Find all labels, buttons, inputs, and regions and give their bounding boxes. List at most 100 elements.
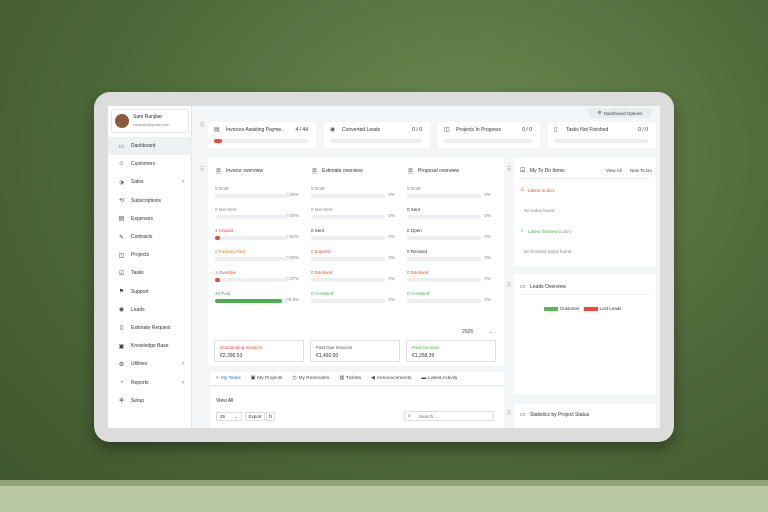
pie-chart-icon: ◔ xyxy=(119,379,124,386)
legend-label-lost: Lost Leads xyxy=(599,306,622,311)
file-icon: 🗎 xyxy=(312,169,317,175)
todo-view-all-link[interactable]: View All xyxy=(606,168,622,173)
stat-card[interactable]: ◫ Projects In Progress 0 / 0 xyxy=(438,122,540,148)
ticket-icon: ▥ xyxy=(339,376,344,381)
receipt-icon: ▤ xyxy=(118,216,125,223)
overview-row-label: 0 Open xyxy=(407,228,422,233)
sidebar-item-utilities[interactable]: ⚙ Utilities ‹ xyxy=(108,355,192,373)
sidebar-item-label: Projects xyxy=(131,252,150,259)
receipt-icon: ▤ xyxy=(214,127,220,133)
sidebar-item-expenses[interactable]: ▤ Expenses xyxy=(108,210,192,228)
sidebar-item-knowledge-base[interactable]: ▣ Knowledge Base xyxy=(108,337,192,355)
stat-value: 0 / 0 xyxy=(522,127,532,133)
overview-row-label: 0 Accepted xyxy=(407,291,430,296)
overview-progress-bar xyxy=(311,278,385,282)
overview-panel xyxy=(208,158,504,366)
stat-value: 4 / 44 xyxy=(295,127,308,133)
file-icon: 🗎 xyxy=(408,169,413,175)
sidebar-item-leads[interactable]: ◉ Leads xyxy=(108,301,192,319)
sidebar-item-reports[interactable]: ◔ Reports ‹ xyxy=(108,373,192,391)
summary-value: €1,492.00 xyxy=(316,353,339,359)
support-icon: ⚑ xyxy=(118,289,125,296)
sidebar-item-contracts[interactable]: ✎ Contracts xyxy=(108,228,192,246)
overview-progress-bar xyxy=(407,194,481,198)
sidebar-item-customers[interactable]: ☺ Customers xyxy=(108,155,192,173)
sidebar-item-projects[interactable]: ◫ Projects xyxy=(108,246,192,264)
profile-card[interactable]: Sam Ranjbar ranjsam@gmail.com xyxy=(111,109,189,133)
avatar xyxy=(115,114,129,128)
tab-latest-activity[interactable]: ▬ Latest Activity xyxy=(421,376,457,381)
overview-progress-bar xyxy=(407,236,481,240)
overview-row-label: 0 Draft xyxy=(311,186,325,191)
no-finished-text: No finished todos found xyxy=(524,249,572,254)
invoice-summary-card[interactable]: Paid Invoices €1,258.39 xyxy=(406,340,496,362)
overview-row-percent: 0% xyxy=(484,255,491,260)
refresh-button[interactable]: ↻ xyxy=(266,412,275,421)
overview-row-percent: 0% xyxy=(388,192,395,197)
stat-progress-bar xyxy=(214,139,308,143)
dashboard-options-button[interactable]: ⚙ Dashboard Options xyxy=(589,108,651,118)
leads-legend: Customer Lost Leads xyxy=(544,306,622,311)
sidebar-item-dashboard[interactable]: ▭ Dashboard xyxy=(108,137,192,156)
tab-label: My Reminders xyxy=(298,376,330,381)
tab-tickets[interactable]: ▥ Tickets xyxy=(339,376,361,381)
stat-card[interactable]: ◉ Converted Leads 0 / 0 xyxy=(324,122,430,148)
legend-swatch-lost xyxy=(583,306,598,311)
tab-my-projects[interactable]: ▣ My Projects xyxy=(251,376,283,381)
stat-card[interactable]: ▯ Tasks Not Finished 0 / 0 xyxy=(548,122,656,148)
export-button[interactable]: Export xyxy=(245,412,265,421)
refresh-icon: ↻ xyxy=(268,414,273,420)
overview-row-percent: 0% xyxy=(388,276,395,281)
invoice-summary-card[interactable]: Past Due Invoices €1,492.00 xyxy=(310,340,400,362)
invoice-summary-card[interactable]: Outstanding Invoices €2,390.53 xyxy=(214,340,304,362)
sidebar-item-label: Dashboard xyxy=(131,143,156,150)
sidebar-item-label: Leads xyxy=(131,306,145,313)
sidebar-item-setup[interactable]: ✲ Setup xyxy=(108,392,192,410)
stat-progress-bar xyxy=(444,139,532,143)
sidebar-item-label: Support xyxy=(131,288,149,295)
stat-progress-bar xyxy=(330,139,422,143)
widget-tabs: ≡ My Tasks ▣ My Projects ◷ My Reminders ▥ Ticke… xyxy=(210,372,504,386)
year-select[interactable]: 2026 ⌄ xyxy=(462,329,493,335)
sidebar-item-estimate-request[interactable]: ▯ Estimate Request xyxy=(108,319,192,337)
check-icon: ✓ xyxy=(520,228,525,234)
overview-row-percent: 0% xyxy=(388,297,395,302)
tab-label: Tickets xyxy=(345,376,361,381)
sidebar: Sam Ranjbar ranjsam@gmail.com ▭ Dashboard… xyxy=(108,106,192,428)
chevron-left-icon: ‹ xyxy=(182,179,184,186)
sidebar-item-label: Utilities xyxy=(131,361,148,368)
overview-progress-bar xyxy=(215,215,289,219)
overview-row-percent: 0% xyxy=(484,276,491,281)
sidebar-item-support[interactable]: ⚑ Support xyxy=(108,283,192,301)
new-todo-link[interactable]: New To Do xyxy=(630,168,652,173)
sidebar-item-tasks[interactable]: ☑ Tasks xyxy=(108,264,192,282)
sidebar-item-sales[interactable]: ⬗ Sales ‹ xyxy=(108,173,192,191)
overview-row-label: 0 Draft xyxy=(215,186,229,191)
summary-value: €2,390.53 xyxy=(220,353,243,359)
sidebar-item-label: Estimate Request xyxy=(131,324,171,331)
search-field[interactable]: ⌕ xyxy=(404,411,494,421)
gear-icon: ⚙ xyxy=(118,361,125,368)
sidebar-item-subscriptions[interactable]: ⟲ Subscriptions xyxy=(108,192,192,210)
overview-progress-bar xyxy=(311,215,385,219)
view-all-link[interactable]: View All xyxy=(216,398,233,404)
divider xyxy=(520,294,650,295)
overview-progress-bar xyxy=(215,194,289,198)
stat-title: Projects In Progress xyxy=(456,127,502,133)
search-input[interactable] xyxy=(419,413,489,420)
drag-handle-icon[interactable]: ⠿ xyxy=(507,410,512,417)
tab-my-reminders[interactable]: ◷ My Reminders xyxy=(292,376,329,381)
drag-handle-icon[interactable]: ⠿ xyxy=(507,282,512,289)
tab-my-tasks[interactable]: ≡ My Tasks xyxy=(216,376,241,381)
page-size-select[interactable]: 25 ⌄ xyxy=(216,412,242,421)
stats-icon: ▭ xyxy=(520,412,526,418)
chevron-down-icon: ⌄ xyxy=(234,414,238,419)
stat-card[interactable]: ▤ Invoices Awaiting Payme.. 4 / 44 xyxy=(208,122,316,148)
drag-handle-icon[interactable]: ⠿ xyxy=(507,166,512,173)
todo-list-icon: ☑ xyxy=(520,168,526,174)
tab-announcements[interactable]: ◀ Announcements xyxy=(371,376,411,381)
layers-icon: ◫ xyxy=(118,252,125,259)
drag-handle-icon[interactable]: ⠿ xyxy=(200,122,205,129)
overview-progress-fill xyxy=(215,299,283,303)
drag-handle-icon[interactable]: ⠿ xyxy=(200,166,205,173)
